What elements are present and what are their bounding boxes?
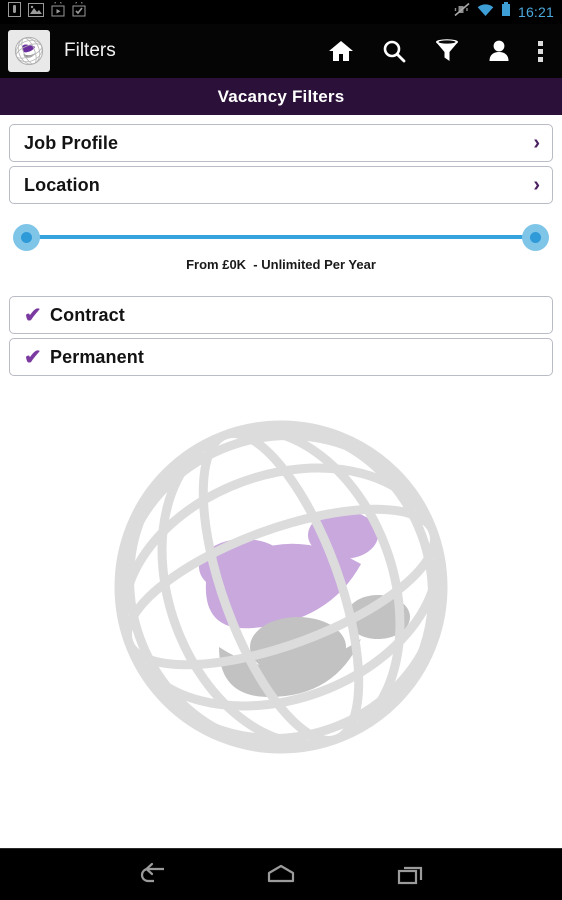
search-icon[interactable] bbox=[382, 39, 406, 63]
page-title: Vacancy Filters bbox=[217, 86, 345, 106]
action-bar-icons bbox=[328, 38, 552, 64]
check-icon: ✔ bbox=[24, 303, 42, 327]
gallery-icon bbox=[28, 2, 44, 22]
status-bar: 16:21 bbox=[0, 0, 562, 24]
person-icon[interactable] bbox=[488, 39, 510, 63]
chevron-right-icon: › bbox=[533, 174, 540, 196]
globe-people-watermark bbox=[111, 417, 451, 757]
salary-range-caption: From £0K - Unlimited Per Year bbox=[186, 257, 376, 272]
globe-logo-icon[interactable] bbox=[8, 30, 50, 72]
filter-row-job-profile[interactable]: Job Profile › bbox=[9, 124, 553, 162]
back-button[interactable] bbox=[134, 862, 168, 888]
page-title-bar: Vacancy Filters bbox=[0, 78, 562, 115]
status-bar-notification-icons bbox=[8, 0, 86, 22]
vibrate-off-icon bbox=[454, 2, 470, 22]
status-bar-clock: 16:21 bbox=[517, 3, 554, 20]
filter-funnel-icon[interactable] bbox=[434, 38, 460, 64]
home-icon[interactable] bbox=[328, 39, 354, 63]
checkbox-label: Contract bbox=[50, 304, 125, 325]
checkbox-row-contract[interactable]: ✔ Contract bbox=[9, 296, 553, 334]
home-button[interactable] bbox=[264, 862, 298, 888]
filter-row-location[interactable]: Location › bbox=[9, 166, 553, 204]
contract-type-list: ✔ Contract ✔ Permanent bbox=[9, 296, 553, 376]
tasks-icon bbox=[72, 0, 86, 22]
slider-thumb-min[interactable] bbox=[13, 224, 40, 251]
battery-icon bbox=[501, 2, 511, 22]
status-bar-system-icons: 16:21 bbox=[454, 2, 554, 22]
app-title: Filters bbox=[64, 40, 116, 61]
recents-button[interactable] bbox=[394, 862, 428, 888]
android-navigation-bar bbox=[0, 848, 562, 900]
checkbox-label: Permanent bbox=[50, 346, 144, 367]
slider-track bbox=[27, 235, 535, 239]
checkbox-row-permanent[interactable]: ✔ Permanent bbox=[9, 338, 553, 376]
filters-content: Job Profile › Location › From £0K - Unli… bbox=[0, 115, 562, 848]
overflow-menu-icon[interactable] bbox=[538, 39, 544, 63]
salary-range-slider[interactable]: From £0K - Unlimited Per Year bbox=[9, 221, 553, 272]
play-store-icon bbox=[51, 0, 65, 22]
wifi-icon bbox=[477, 3, 494, 22]
filter-row-label: Location bbox=[24, 174, 100, 195]
slider-thumb-max[interactable] bbox=[522, 224, 549, 251]
app-screen: 16:21 Filters Vacancy Filters Job Profil… bbox=[0, 0, 562, 900]
filter-row-label: Job Profile bbox=[24, 132, 119, 153]
chevron-right-icon: › bbox=[533, 132, 540, 154]
check-icon: ✔ bbox=[24, 345, 42, 369]
sim-card-icon bbox=[8, 2, 21, 22]
slider-control[interactable] bbox=[13, 221, 549, 251]
action-bar: Filters bbox=[0, 24, 562, 78]
